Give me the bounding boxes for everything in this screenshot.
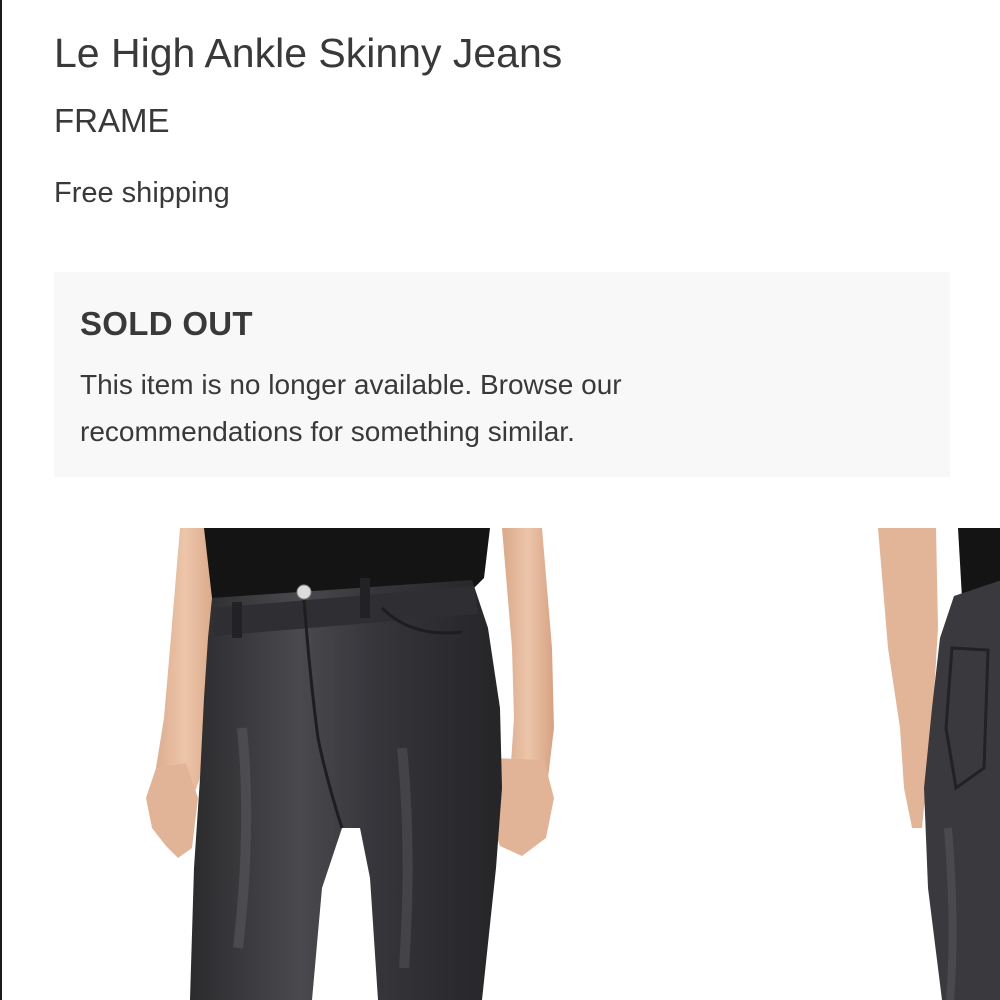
sold-out-heading: SOLD OUT xyxy=(80,305,253,342)
product-page: Le High Ankle Skinny Jeans FRAME Free sh… xyxy=(0,0,1000,1000)
product-image-carousel[interactable] xyxy=(2,528,1000,1000)
product-image-front[interactable] xyxy=(142,528,562,1000)
sold-out-notice: SOLD OUT This item is no longer availabl… xyxy=(54,272,950,477)
product-image-back[interactable] xyxy=(878,528,1000,1000)
brand-link[interactable]: FRAME xyxy=(54,102,170,140)
sold-out-message: This item is no longer available. Browse… xyxy=(80,369,622,447)
product-title: Le High Ankle Skinny Jeans xyxy=(54,30,563,76)
shipping-info: Free shipping xyxy=(54,177,230,209)
